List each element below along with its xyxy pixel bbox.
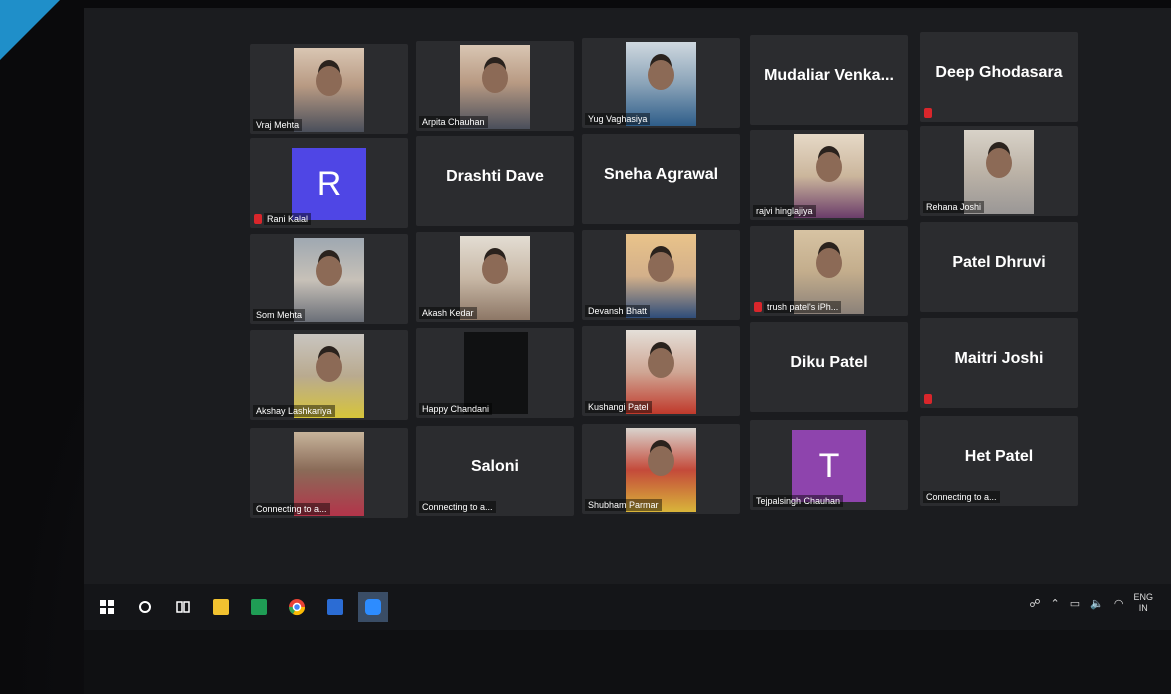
participant-tile[interactable]: Kushangi Patel xyxy=(582,326,740,416)
mic-muted-icon xyxy=(254,214,262,224)
chevron-up-icon[interactable]: ⌃ xyxy=(1051,597,1060,610)
participant-name-big: Saloni xyxy=(470,458,519,475)
participant-name-big: Maitri Joshi xyxy=(954,350,1044,367)
excel-icon[interactable] xyxy=(244,592,274,622)
participant-name-big: Mudaliar Venka... xyxy=(764,67,894,84)
participant-name-big: Sneha Agrawal xyxy=(603,166,719,183)
system-tray: ☍ ⌃ ▭ 🔈 ◠ ENG IN xyxy=(1029,592,1153,614)
participant-tile[interactable]: Mudaliar Venka... xyxy=(750,35,908,125)
participant-name: Vraj Mehta xyxy=(253,119,303,131)
participant-tile[interactable]: Connecting to a... xyxy=(250,428,408,518)
people-icon[interactable]: ☍ xyxy=(1029,597,1040,610)
participant-name: Akshay Lashkariya xyxy=(253,405,335,417)
mic-muted-icon xyxy=(924,108,932,118)
participant-name: Som Mehta xyxy=(253,309,306,321)
participant-tile[interactable]: Akshay Lashkariya xyxy=(250,330,408,420)
participant-name-big: Patel Dhruvi xyxy=(952,254,1046,271)
participant-tile[interactable]: Deep Ghodasara xyxy=(920,32,1078,122)
avatar: T xyxy=(792,430,866,502)
participant-name-big: Deep Ghodasara xyxy=(935,64,1063,81)
task-view-icon[interactable] xyxy=(168,592,198,622)
file-explorer-icon[interactable] xyxy=(206,592,236,622)
language-code: ENG xyxy=(1133,592,1153,602)
participant-tile[interactable]: Het Patel Connecting to a... xyxy=(920,416,1078,506)
participant-tile[interactable]: Happy Chandani xyxy=(416,328,574,418)
participant-name-big: Drashti Dave xyxy=(446,168,544,185)
participant-tile[interactable]: Akash Kedar xyxy=(416,232,574,322)
participant-tile[interactable]: T Tejpalsingh Chauhan xyxy=(750,420,908,510)
participant-name: Rehana Joshi xyxy=(923,201,985,213)
cortana-search-icon[interactable] xyxy=(130,592,160,622)
region-code: IN xyxy=(1138,603,1148,613)
participant-tile[interactable]: rajvi hinglajiya xyxy=(750,130,908,220)
participant-tile[interactable]: Rehana Joshi xyxy=(920,126,1078,216)
mic-muted-icon xyxy=(924,394,932,404)
participant-tile[interactable]: Som Mehta xyxy=(250,234,408,324)
participant-tile[interactable]: Shubham Parmar xyxy=(582,424,740,514)
participant-tile[interactable]: Saloni Connecting to a... xyxy=(416,426,574,516)
battery-icon[interactable]: ▭ xyxy=(1070,597,1080,610)
participant-name: Connecting to a... xyxy=(923,491,1000,503)
participant-name: Tejpalsingh Chauhan xyxy=(753,495,844,507)
participant-video xyxy=(294,48,364,132)
participant-name: Rani Kalal xyxy=(264,213,312,225)
participant-tile[interactable]: Vraj Mehta xyxy=(250,44,408,134)
participant-name: trush patel's iPh... xyxy=(764,301,842,313)
participant-tile[interactable]: Drashti Dave xyxy=(416,136,574,226)
avatar: R xyxy=(292,148,366,220)
participant-name: Devansh Bhatt xyxy=(585,305,651,317)
chrome-icon[interactable] xyxy=(282,592,312,622)
participant-tile[interactable]: Devansh Bhatt xyxy=(582,230,740,320)
participant-tile[interactable]: Arpita Chauhan xyxy=(416,41,574,131)
participant-name-big: Diku Patel xyxy=(790,354,868,371)
windows-start-icon[interactable] xyxy=(92,592,122,622)
participant-name: Arpita Chauhan xyxy=(419,116,488,128)
participant-name: Happy Chandani xyxy=(419,403,493,415)
participant-name: Yug Vaghasiya xyxy=(585,113,651,125)
zoom-app-icon[interactable] xyxy=(358,592,388,622)
windows-taskbar: ☍ ⌃ ▭ 🔈 ◠ ENG IN xyxy=(84,584,1171,630)
participant-video xyxy=(464,332,528,414)
participant-name: rajvi hinglajiya xyxy=(753,205,816,217)
wifi-icon[interactable]: ◠ xyxy=(1114,597,1124,610)
monitor-stand-area xyxy=(84,630,1171,694)
mic-muted-icon xyxy=(754,302,762,312)
participant-tile[interactable]: Maitri Joshi xyxy=(920,318,1078,408)
corner-decoration xyxy=(0,0,60,60)
participant-tile[interactable]: R Rani Kalal xyxy=(250,138,408,228)
participant-tile[interactable]: Sneha Agrawal xyxy=(582,134,740,224)
participant-name-big: Het Patel xyxy=(964,448,1034,465)
participant-tile[interactable]: Patel Dhruvi xyxy=(920,222,1078,312)
participant-name: Akash Kedar xyxy=(419,307,477,319)
participant-tile[interactable]: Yug Vaghasiya xyxy=(582,38,740,128)
participant-name: Kushangi Patel xyxy=(585,401,652,413)
volume-icon[interactable]: 🔈 xyxy=(1090,597,1104,610)
participant-name: Connecting to a... xyxy=(253,503,330,515)
participant-name: Shubham Parmar xyxy=(585,499,662,511)
participant-tile[interactable]: trush patel's iPh... xyxy=(750,226,908,316)
word-icon[interactable] xyxy=(320,592,350,622)
participant-name: Connecting to a... xyxy=(419,501,496,513)
language-indicator[interactable]: ENG IN xyxy=(1133,592,1153,614)
participant-tile[interactable]: Diku Patel xyxy=(750,322,908,412)
zoom-gallery-view: Vraj Mehta Arpita Chauhan Yug Vaghasiya … xyxy=(84,8,1171,630)
